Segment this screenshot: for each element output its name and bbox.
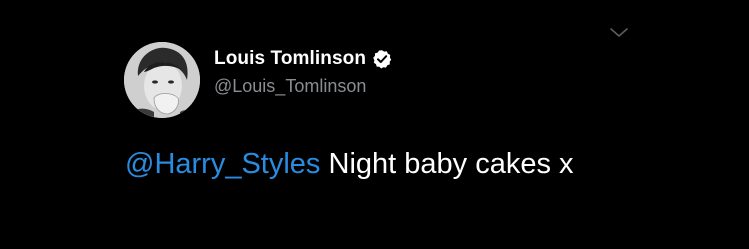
author-name-row: Louis Tomlinson: [214, 46, 392, 72]
tweet-body: Night baby cakes x: [320, 148, 574, 180]
avatar-photo: [124, 42, 200, 118]
avatar[interactable]: [124, 42, 200, 118]
tweet-author: Louis Tomlinson @Louis_Tomlinson: [214, 46, 392, 97]
mention-link[interactable]: @Harry_Styles: [125, 148, 320, 180]
chevron-down-icon[interactable]: [608, 26, 630, 40]
verified-badge-icon: [372, 49, 392, 69]
tweet-card: Louis Tomlinson @Louis_Tomlinson @Harry_…: [0, 0, 749, 249]
author-display-name[interactable]: Louis Tomlinson: [214, 48, 366, 70]
author-handle[interactable]: @Louis_Tomlinson: [214, 76, 392, 97]
tweet-text: @Harry_Styles Night baby cakes x: [125, 148, 574, 181]
